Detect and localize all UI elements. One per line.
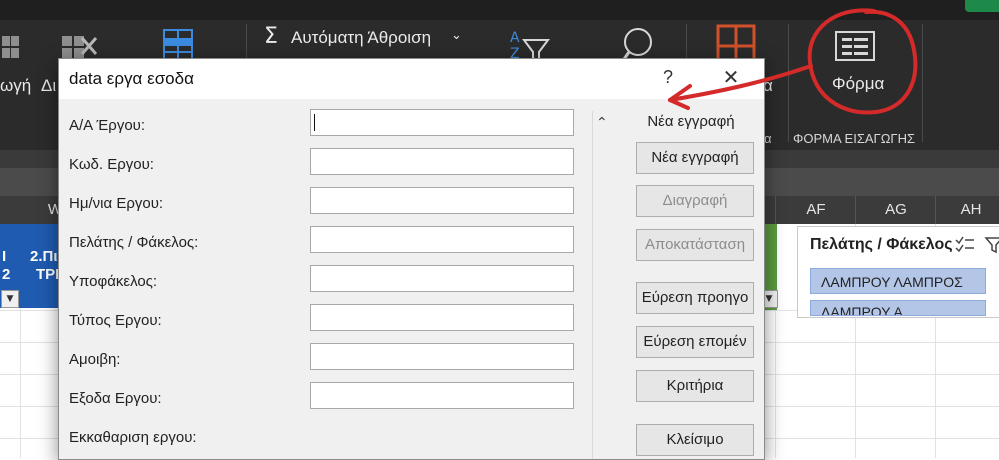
table-header-cell[interactable]: Ι 2 2.Πι ΤΡΙ: [0, 224, 60, 288]
ribbon-tab-bar: [0, 0, 999, 20]
corner-indicator: [965, 0, 999, 12]
column-header-label: AF: [806, 201, 826, 218]
header-fragment: 2: [2, 266, 11, 283]
clear-filter-icon[interactable]: [984, 235, 999, 255]
group-label-form-entry: ΦΟΡΜΑ ΕΙΣΑΓΩΓΗΣ: [793, 131, 916, 146]
filter-dropdown-icon[interactable]: ▼: [1, 290, 19, 308]
help-button[interactable]: ?: [663, 67, 673, 88]
header-fragment: ΤΡΙ: [36, 266, 60, 283]
slicer-panel[interactable]: Πελάτης / Φάκελος ΛΑΜΠΡΟΥ ΛΑΜΠΡΟΣ ΛΑΜΠΡΟ…: [797, 226, 999, 318]
multi-select-icon[interactable]: [954, 235, 976, 255]
close-button[interactable]: Κλείσιμο: [636, 424, 754, 456]
slicer-title: Πελάτης / Φάκελος: [810, 236, 953, 253]
insert-cells-icon[interactable]: [0, 30, 22, 70]
form-button[interactable]: Φόρμα: [832, 74, 884, 94]
record-scrollbar[interactable]: ⌃: [592, 111, 615, 459]
field-client-folder[interactable]: [310, 226, 574, 253]
field-label: Ημ/νια Εργου:: [69, 195, 164, 212]
column-header-label: AG: [885, 201, 907, 218]
field-fee[interactable]: [310, 343, 574, 370]
field-project-date[interactable]: [310, 187, 574, 214]
field-project-code[interactable]: [310, 148, 574, 175]
slicer-item[interactable]: ΛΑΜΠΡΟΥ ΛΑΜΠΡΟΣ: [810, 268, 986, 294]
find-previous-button[interactable]: Εύρεση προηγο: [636, 282, 754, 314]
autosum-icon[interactable]: Σ: [264, 24, 278, 49]
column-header-ah[interactable]: AH: [935, 196, 999, 224]
delete-button[interactable]: Διαγραφή: [636, 185, 754, 217]
field-label: Τύπος Εργου:: [69, 312, 162, 329]
text-cursor: [314, 114, 315, 131]
field-subfolder[interactable]: [310, 265, 574, 292]
column-header-ag[interactable]: AG: [855, 196, 936, 224]
field-label: Πελάτης / Φάκελος:: [69, 234, 199, 251]
delete-label-partial: Δι: [41, 76, 57, 95]
field-project-type[interactable]: [310, 304, 574, 331]
field-label: Αμοιβη:: [69, 351, 121, 368]
field-label: Εξοδα Εργου:: [69, 390, 162, 407]
autosum-dropdown-chevron-icon[interactable]: ⌄: [451, 28, 462, 43]
field-label: Υποφάκελος:: [69, 273, 158, 290]
column-header-af[interactable]: AF: [775, 196, 856, 224]
data-form-dialog: data εργα εσοδα ? ✕ Α/Α Έργου: Κωδ. Εργο…: [58, 58, 765, 460]
field-label: Κωδ. Εργου:: [69, 156, 154, 173]
dialog-title-bar[interactable]: data εργα εσοδα ? ✕: [59, 59, 764, 99]
slicer-item[interactable]: ΛΑΜΠΡΟΥ Α: [810, 300, 986, 316]
dialog-title: data εργα εσοδα: [69, 69, 194, 88]
scroll-up-chevron-icon[interactable]: ⌃: [596, 115, 608, 131]
record-status: Νέα εγγραφή: [647, 113, 735, 130]
autosum-button[interactable]: Αυτόματη Άθροιση: [291, 28, 431, 48]
field-expenses[interactable]: [310, 382, 574, 409]
svg-text:A: A: [510, 30, 520, 46]
form-icon[interactable]: [834, 30, 878, 64]
header-fragment: 2.Πι: [30, 248, 58, 265]
close-icon[interactable]: ✕: [719, 65, 743, 89]
field-label: Εκκαθαριση εργου:: [69, 429, 197, 446]
header-fragment: Ι: [2, 248, 7, 265]
group-label-partial: α: [764, 131, 772, 146]
restore-button[interactable]: Αποκατάσταση: [636, 229, 754, 261]
field-label: Α/Α Έργου:: [69, 117, 146, 134]
field-project-no[interactable]: [310, 109, 574, 136]
find-next-button[interactable]: Εύρεση επομέν: [636, 326, 754, 358]
column-header-label: AH: [960, 201, 982, 218]
criteria-button[interactable]: Κριτήρια: [636, 370, 754, 402]
new-record-button[interactable]: Νέα εγγραφή: [636, 142, 754, 174]
insert-label-partial: ωγή: [0, 76, 32, 95]
